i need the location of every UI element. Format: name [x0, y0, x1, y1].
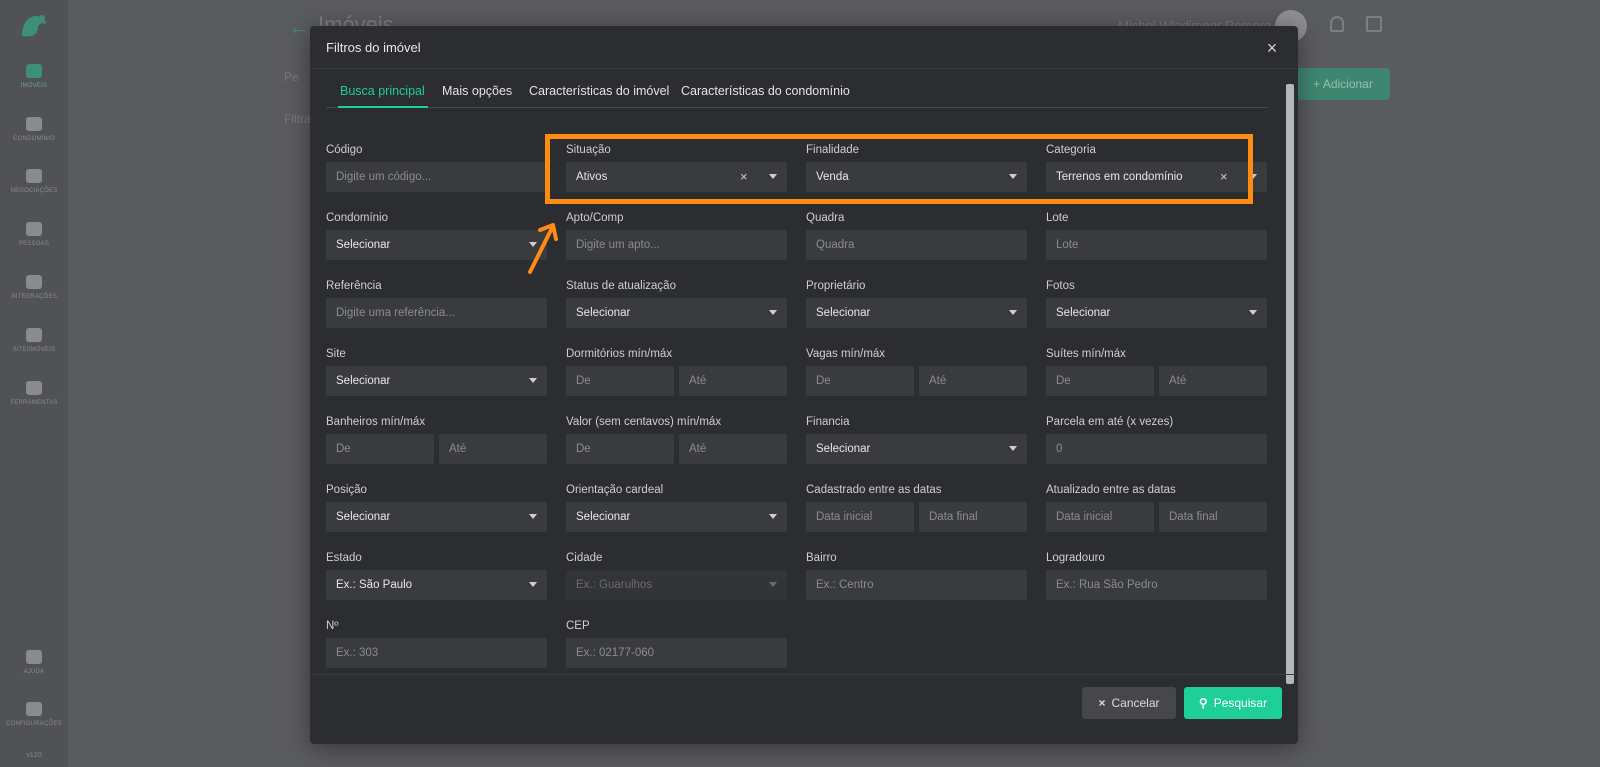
chevron-down-icon	[529, 582, 537, 587]
logradouro-input[interactable]	[1046, 570, 1267, 600]
version-label: v120	[26, 752, 42, 759]
building-icon	[26, 117, 42, 131]
logo-icon	[22, 15, 46, 37]
status-select[interactable]: Selecionar	[566, 298, 787, 328]
modal-header: Filtros do imóvel ×	[310, 26, 1298, 69]
estado-select[interactable]: Ex.: São Paulo	[326, 570, 547, 600]
modal-scrollbar[interactable]	[1286, 84, 1294, 714]
chevron-down-icon	[769, 582, 777, 587]
gift-icon[interactable]	[1366, 16, 1382, 32]
site-select[interactable]: Selecionar	[326, 366, 547, 396]
add-button[interactable]: + Adicionar	[1296, 68, 1390, 100]
dormitorios-min-input[interactable]	[566, 366, 674, 396]
people-icon	[26, 222, 42, 236]
search-icon: ⚲	[1198, 696, 1208, 710]
suites-min-input[interactable]	[1046, 366, 1154, 396]
tab-bar: Busca principal Mais opções Característi…	[326, 78, 1268, 108]
sidebar-item-condominio[interactable]: Condomínio	[0, 117, 68, 142]
valor-max-input[interactable]	[679, 434, 787, 464]
banheiros-max-input[interactable]	[439, 434, 547, 464]
handshake-icon	[26, 169, 42, 183]
chevron-down-icon	[529, 378, 537, 383]
search-button[interactable]: ⚲ Pesquisar	[1184, 687, 1282, 719]
parcela-input[interactable]	[1046, 434, 1267, 464]
orientacao-select[interactable]: Selecionar	[566, 502, 787, 532]
annotation-arrow-icon	[528, 223, 558, 274]
vagas-min-input[interactable]	[806, 366, 914, 396]
close-icon[interactable]: ×	[1262, 38, 1282, 58]
atualizado-end-input[interactable]	[1159, 502, 1267, 532]
financia-select[interactable]: Selecionar	[806, 434, 1027, 464]
posicao-select[interactable]: Selecionar	[326, 502, 547, 532]
modal-title: Filtros do imóvel	[326, 40, 421, 55]
quadra-input[interactable]	[806, 230, 1027, 260]
modal-footer: × Cancelar ⚲ Pesquisar	[310, 674, 1298, 744]
filters-modal: Filtros do imóvel × Busca principal Mais…	[310, 26, 1298, 744]
highlight-box	[545, 134, 1253, 204]
sidebar: Imóveis Condomínio Negociações Pessoas I…	[0, 0, 68, 767]
cep-input[interactable]	[566, 638, 787, 668]
monitor-icon	[26, 328, 42, 342]
proprietario-select[interactable]: Selecionar	[806, 298, 1027, 328]
sidebar-item-ajuda[interactable]: Ajuda	[0, 650, 68, 675]
sidebar-item-negociacoes[interactable]: Negociações	[0, 169, 68, 194]
chevron-down-icon	[769, 310, 777, 315]
sidebar-item-integracoes[interactable]: Integrações	[0, 275, 68, 300]
suites-max-input[interactable]	[1159, 366, 1267, 396]
home-icon	[26, 64, 42, 78]
lote-input[interactable]	[1046, 230, 1267, 260]
cadastrado-start-input[interactable]	[806, 502, 914, 532]
tab-caracteristicas-condominio[interactable]: Características do condomínio	[681, 78, 850, 108]
codigo-input[interactable]	[326, 162, 547, 192]
sidebar-item-ferramentas[interactable]: Ferramentas	[0, 381, 68, 406]
tab-busca-principal[interactable]: Busca principal	[338, 78, 428, 108]
scroll-thumb[interactable]	[1286, 84, 1294, 684]
tools-icon	[26, 381, 42, 395]
dormitorios-max-input[interactable]	[679, 366, 787, 396]
referencia-input[interactable]	[326, 298, 547, 328]
background-filter-label: Filtra	[284, 112, 311, 126]
chevron-down-icon	[1009, 446, 1017, 451]
tab-caracteristicas-imovel[interactable]: Características do imóvel	[529, 78, 669, 108]
sidebar-item-pessoas[interactable]: Pessoas	[0, 222, 68, 247]
chevron-down-icon	[769, 514, 777, 519]
vagas-max-input[interactable]	[919, 366, 1027, 396]
cancel-button[interactable]: × Cancelar	[1082, 687, 1176, 719]
chevron-down-icon	[1009, 310, 1017, 315]
bairro-input[interactable]	[806, 570, 1027, 600]
sidebar-item-imoveis[interactable]: Imóveis	[0, 64, 68, 89]
condominio-select[interactable]: Selecionar	[326, 230, 547, 260]
tab-mais-opcoes[interactable]: Mais opções	[442, 78, 512, 108]
chevron-down-icon	[529, 514, 537, 519]
close-icon: ×	[1098, 696, 1106, 710]
help-icon	[26, 650, 42, 664]
sidebar-item-configuracoes[interactable]: Configurações	[0, 702, 68, 727]
cadastrado-end-input[interactable]	[919, 502, 1027, 532]
numero-input[interactable]	[326, 638, 547, 668]
cidade-select: Ex.: Guarulhos	[566, 570, 787, 600]
fotos-select[interactable]: Selecionar	[1046, 298, 1267, 328]
bell-icon[interactable]	[1330, 16, 1344, 32]
banheiros-min-input[interactable]	[326, 434, 434, 464]
valor-min-input[interactable]	[566, 434, 674, 464]
scroll-down-icon[interactable]: ▼	[1286, 666, 1294, 673]
plug-icon	[26, 275, 42, 289]
apto-input[interactable]	[566, 230, 787, 260]
atualizado-start-input[interactable]	[1046, 502, 1154, 532]
back-arrow-icon[interactable]: ←	[288, 14, 310, 40]
sidebar-item-site[interactable]: Site/Imóveis	[0, 328, 68, 353]
chevron-down-icon	[1249, 310, 1257, 315]
gear-icon	[26, 702, 42, 716]
